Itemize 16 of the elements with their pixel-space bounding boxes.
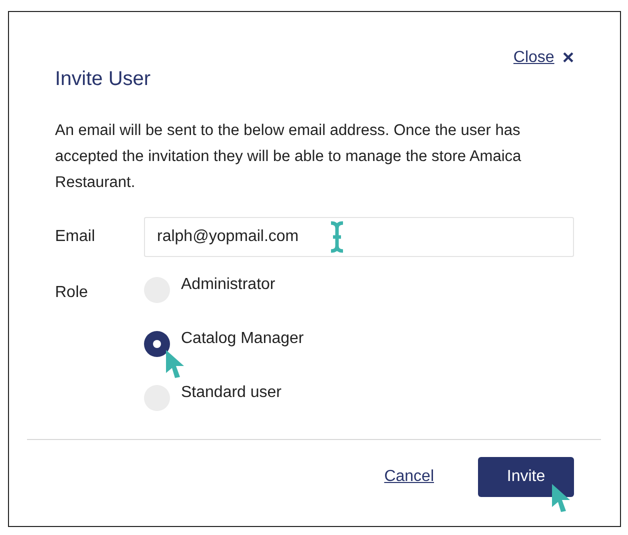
invite-button[interactable]: Invite: [478, 457, 574, 497]
close-link[interactable]: Close: [513, 46, 554, 70]
radio-label[interactable]: Catalog Manager: [181, 327, 304, 351]
radio-button[interactable]: [144, 331, 170, 357]
text-cursor-icon: [328, 220, 346, 254]
role-label: Role: [55, 283, 89, 303]
pointer-cursor-icon: [550, 483, 572, 513]
cancel-link[interactable]: Cancel: [384, 465, 434, 489]
email-field[interactable]: ralph@yopmail.com: [144, 217, 574, 257]
radio-label[interactable]: Administrator: [181, 273, 276, 297]
radio-label[interactable]: Standard user: [181, 381, 282, 405]
close-icon[interactable]: ×: [562, 48, 574, 68]
email-label: Email: [55, 227, 96, 247]
dialog-title: Invite User: [55, 67, 151, 92]
pointer-cursor-icon: [164, 349, 186, 379]
invite-message: An email will be sent to the below email address. Once the user has accepted the invitation they will be able to manage the store Amaica Restaurant.: [54, 121, 522, 193]
